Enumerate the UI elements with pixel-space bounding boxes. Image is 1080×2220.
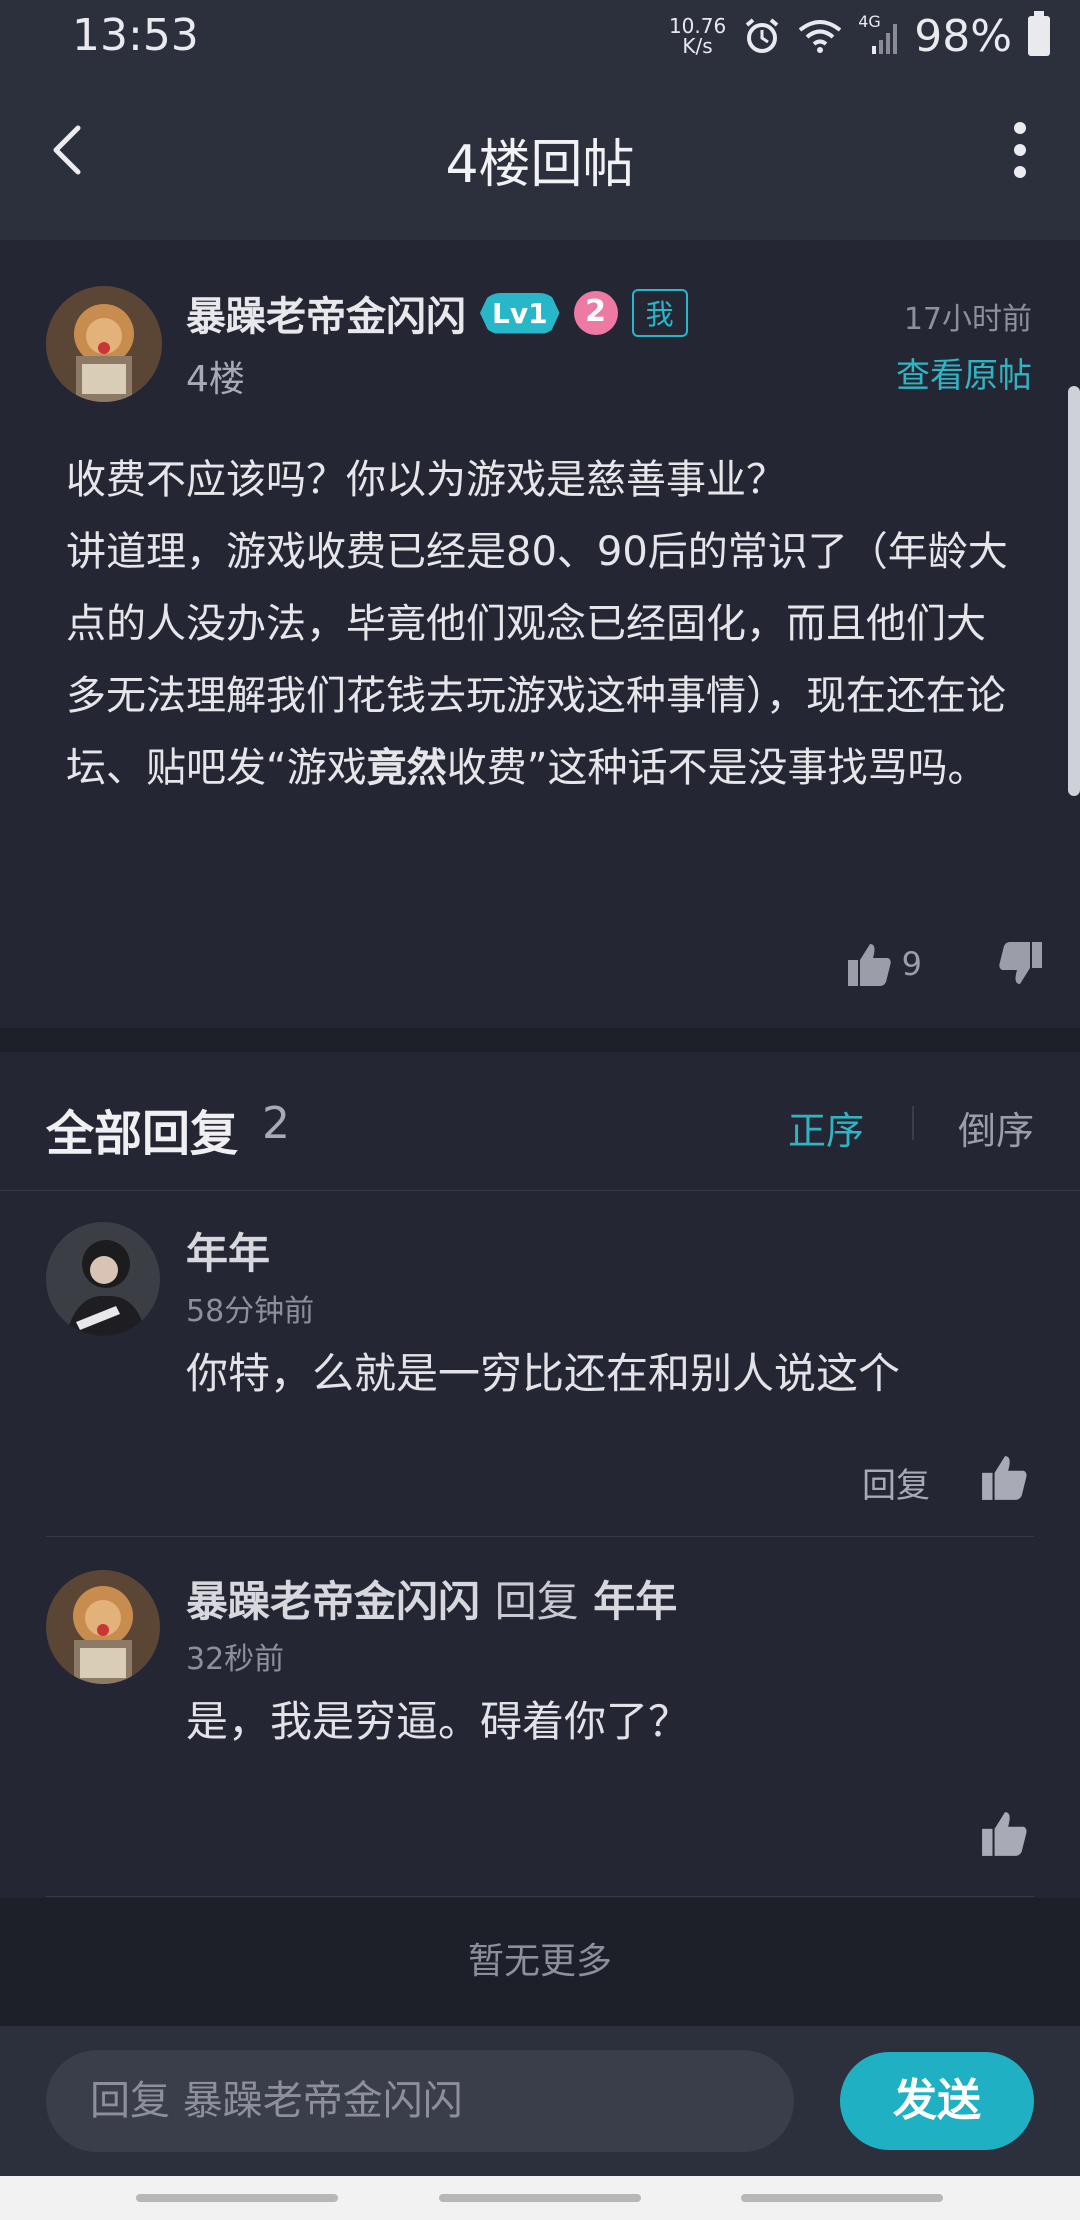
medal-badge <box>573 291 618 335</box>
post-card: 暴躁老帝金闪闪 Lv1 我 4楼 17小时前 查看原帖 收费不应该吗？你以为游戏… <box>0 240 1080 1028</box>
replies-label: 全部回复 <box>46 1106 239 1162</box>
author-name[interactable]: 暴躁老帝金闪闪 <box>186 284 466 342</box>
reply-item: 暴躁老帝金闪闪 回复 年年 32秒前 是，我是穷逼。碍着你了？ <box>0 1538 1080 1898</box>
post-content-bold: 竟然 <box>366 745 447 791</box>
reply-author[interactable]: 年年 <box>186 1220 270 1281</box>
reply-text: 你特，么就是一穷比还在和别人说这个 <box>186 1349 901 1398</box>
replies-header: 全部回复 2 正序 倒序 <box>0 1052 1080 1191</box>
sort-descending-tab[interactable]: 倒序 <box>958 1100 1034 1155</box>
no-more-label: 暂无更多 <box>0 1898 1080 2026</box>
post-content-paragraph: 讲道理，游戏收费已经是80、90后的常识了（年龄大点的人没办法，毕竟他们观念已经… <box>66 516 1016 804</box>
author-line: 暴躁老帝金闪闪 Lv1 我 <box>186 284 688 342</box>
thumb-up-icon[interactable] <box>980 1808 1030 1858</box>
post-content-text-end: 收费”这种话不是没事找骂吗。 <box>446 745 988 791</box>
reply-author[interactable]: 暴躁老帝金闪闪 <box>186 1577 480 1626</box>
post-content: 收费不应该吗？你以为游戏是慈善事业？ 讲道理，游戏收费已经是80、90后的常识了… <box>66 444 1016 804</box>
more-vertical-icon[interactable] <box>1000 118 1040 182</box>
reply-button[interactable]: 回复 <box>862 1458 930 1507</box>
view-original-link[interactable]: 查看原帖 <box>896 348 1032 397</box>
scroll-indicator[interactable] <box>1068 386 1080 796</box>
page-title: 4楼回帖 <box>445 135 635 195</box>
reply-text: 是，我是穷逼。碍着你了？ <box>186 1697 691 1746</box>
network-speed-unit: K/s <box>682 34 713 58</box>
thumb-up-icon[interactable] <box>980 1452 1030 1502</box>
reply-time: 32秒前 <box>186 1642 285 1677</box>
system-nav-bar <box>0 2176 1080 2220</box>
reply-author-line: 暴躁老帝金闪闪 回复 年年 <box>186 1568 677 1629</box>
post-content-line: 收费不应该吗？你以为游戏是慈善事业？ <box>66 457 786 503</box>
post-time: 17小时前 <box>903 302 1032 337</box>
avatar[interactable] <box>46 1222 160 1336</box>
level-badge: Lv1 <box>480 292 560 334</box>
app-header: 4楼回帖 <box>0 72 1080 240</box>
alarm-icon <box>745 18 779 53</box>
nav-home-button[interactable] <box>439 2194 641 2202</box>
reply-item: 年年 58分钟前 你特，么就是一穷比还在和别人说这个 回复 <box>0 1190 1080 1538</box>
network-speed: 10.76 K/s <box>669 16 726 56</box>
clock: 13:53 <box>72 10 199 61</box>
reply-target[interactable]: 年年 <box>593 1577 677 1626</box>
like-count: 9 <box>901 945 922 983</box>
me-tag: 我 <box>631 289 688 337</box>
reply-input-bar: 发送 <box>0 2026 1080 2176</box>
reply-divider <box>46 1896 1034 1897</box>
battery-percent: 98% <box>914 10 1012 62</box>
send-button[interactable]: 发送 <box>840 2052 1034 2150</box>
network-speed-value: 10.76 <box>668 14 727 38</box>
reply-time: 58分钟前 <box>186 1294 315 1329</box>
floor-label: 4楼 <box>186 359 245 400</box>
battery-icon <box>1028 11 1050 56</box>
cell-signal-icon: 4G <box>858 12 898 56</box>
reply-input[interactable] <box>46 2050 794 2152</box>
nav-back-button[interactable] <box>741 2194 943 2202</box>
sort-separator <box>912 1106 914 1140</box>
avatar[interactable] <box>46 1570 160 1684</box>
wifi-icon <box>798 20 842 53</box>
status-icons: 10.76 K/s 4G 98% <box>669 10 1050 62</box>
thumb-down-icon[interactable] <box>996 940 1044 988</box>
like-button[interactable]: 9 <box>846 940 922 988</box>
replies-count: 2 <box>262 1098 290 1149</box>
section-divider <box>0 1028 1080 1052</box>
reply-divider <box>46 1536 1034 1537</box>
avatar[interactable] <box>46 286 162 402</box>
nav-recent-button[interactable] <box>136 2194 338 2202</box>
sort-ascending-tab[interactable]: 正序 <box>788 1100 864 1155</box>
status-bar: 13:53 10.76 K/s 4G 98% <box>0 0 1080 72</box>
reply-word: 回复 <box>494 1577 579 1626</box>
thumb-up-icon <box>847 944 891 986</box>
